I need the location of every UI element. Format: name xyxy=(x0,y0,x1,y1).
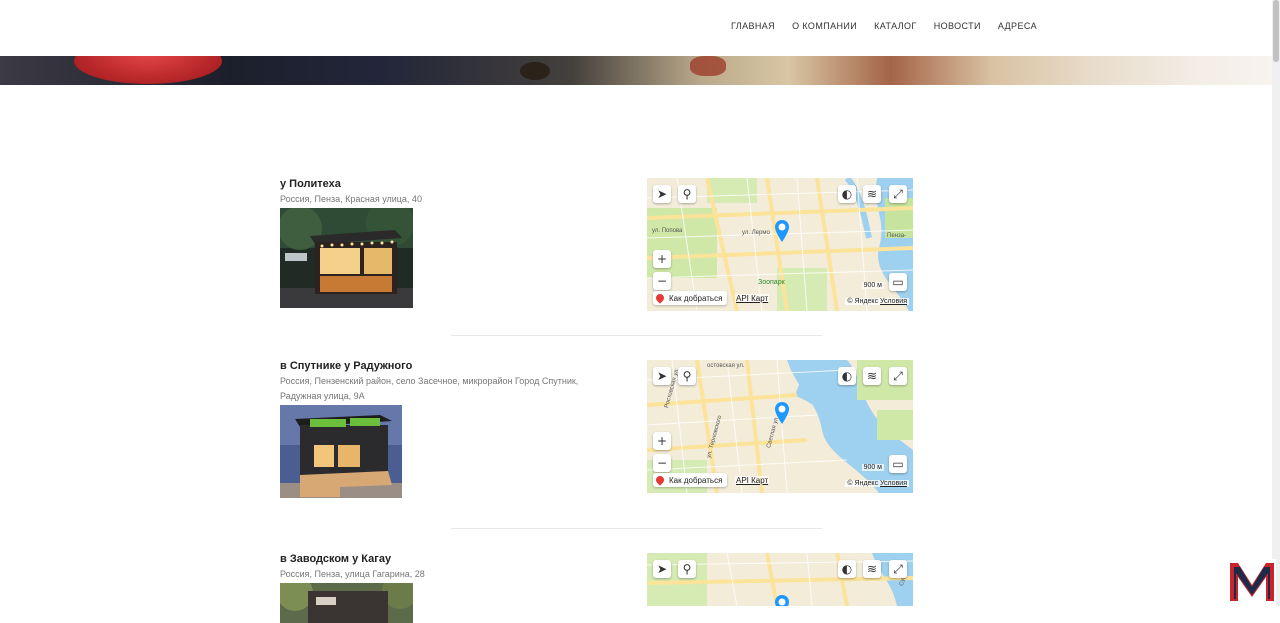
terms-link[interactable]: Условия xyxy=(880,480,907,487)
fullscreen-icon[interactable]: ⤢ xyxy=(889,367,907,385)
layers-icon[interactable]: ≋ xyxy=(863,185,881,203)
map-pin-icon[interactable] xyxy=(774,219,790,243)
traffic-icon[interactable]: ◐ xyxy=(838,367,856,385)
map-copyright: © Яндекс Условия xyxy=(845,480,909,487)
route-label: Как добраться xyxy=(669,293,723,303)
traffic-icon[interactable]: ◐ xyxy=(838,185,856,203)
map-pin-icon[interactable] xyxy=(774,594,790,606)
site-header: ГЛАВНАЯ О КОМПАНИИ КАТАЛОГ НОВОСТИ АДРЕС… xyxy=(0,0,1272,56)
fullscreen-icon[interactable]: ⤢ xyxy=(889,560,907,578)
traffic-icon[interactable]: ◐ xyxy=(838,560,856,578)
map-pin-icon xyxy=(654,474,666,486)
locate-icon[interactable]: ➤ xyxy=(653,367,671,385)
yandex-map[interactable]: Ростовская ул. ул. Терновского Светлая у… xyxy=(647,360,913,493)
main-nav: ГЛАВНАЯ О КОМПАНИИ КАТАЛОГ НОВОСТИ АДРЕС… xyxy=(731,21,1054,31)
location-title: в Спутнике у Радужного xyxy=(280,360,413,372)
divider xyxy=(451,335,822,336)
location-address: Россия, Пензенский район, село Засечное,… xyxy=(280,376,579,401)
location-title: у Политеха xyxy=(280,178,341,190)
nav-addresses[interactable]: АДРЕСА xyxy=(998,21,1037,31)
layers-icon[interactable]: ≋ xyxy=(863,560,881,578)
nav-about[interactable]: О КОМПАНИИ xyxy=(792,21,857,31)
api-link[interactable]: API Карт xyxy=(735,294,770,303)
nav-catalog[interactable]: КАТАЛОГ xyxy=(874,21,917,31)
route-label: Как добраться xyxy=(669,475,723,485)
fullscreen-icon[interactable]: ⤢ xyxy=(889,185,907,203)
yandex-map[interactable]: Сура ➤ ⚲ ◐ ≋ ⤢ xyxy=(647,553,913,606)
page-scrollbar[interactable] xyxy=(1272,0,1280,606)
ruler-icon[interactable]: ▭ xyxy=(889,273,907,291)
zoom-out-icon[interactable]: − xyxy=(653,454,671,472)
hero-banner-image xyxy=(0,56,1272,85)
kiosk-photo xyxy=(280,405,402,498)
location-card: у Политеха Россия, Пенза, Красная улица,… xyxy=(280,178,620,308)
zoom-in-icon[interactable]: + xyxy=(653,250,671,268)
location-address: Россия, Пенза, улица Гагарина, 28 xyxy=(280,569,425,579)
zoom-in-icon[interactable]: + xyxy=(653,432,671,450)
map-label: ул. Лермо xyxy=(742,230,770,236)
map-pin-icon xyxy=(654,292,666,304)
kiosk-photo xyxy=(280,583,413,623)
search-icon[interactable]: ⚲ xyxy=(678,560,696,578)
ruler-icon[interactable]: ▭ xyxy=(889,455,907,473)
brand-logo xyxy=(1228,559,1276,606)
map-copyright: © Яндекс Условия xyxy=(845,298,909,305)
location-address: Россия, Пенза, Красная улица, 40 xyxy=(280,194,422,204)
kiosk-photo xyxy=(280,208,413,308)
scrollbar-thumb[interactable] xyxy=(1273,0,1279,62)
zoom-out-icon[interactable]: − xyxy=(653,272,671,290)
locate-icon[interactable]: ➤ xyxy=(653,185,671,203)
nav-news[interactable]: НОВОСТИ xyxy=(934,21,981,31)
search-icon[interactable]: ⚲ xyxy=(678,185,696,203)
location-card: в Спутнике у Радужного Россия, Пензенски… xyxy=(280,360,620,498)
api-link[interactable]: API Карт xyxy=(735,476,770,485)
map-label: ул. Попова xyxy=(652,228,683,234)
map-label: Зоопарк xyxy=(758,279,785,286)
map-scale: 900 м xyxy=(861,464,884,471)
map-label: Пенза- xyxy=(887,233,907,239)
location-card: в Заводском у Кагау Россия, Пенза, улица… xyxy=(280,553,620,623)
route-button[interactable]: Как добраться xyxy=(653,473,728,487)
map-pin-icon[interactable] xyxy=(774,401,790,425)
layers-icon[interactable]: ≋ xyxy=(863,367,881,385)
map-label: остовская ул. xyxy=(707,363,745,369)
locate-icon[interactable]: ➤ xyxy=(653,560,671,578)
nav-home[interactable]: ГЛАВНАЯ xyxy=(731,21,775,31)
terms-link[interactable]: Условия xyxy=(880,298,907,305)
search-icon[interactable]: ⚲ xyxy=(678,367,696,385)
divider xyxy=(451,528,822,529)
route-button[interactable]: Как добраться xyxy=(653,291,728,305)
yandex-map[interactable]: ул. Попова ул. Лермо Зоопарк Пенза- ➤ ⚲ … xyxy=(647,178,913,311)
location-title: в Заводском у Кагау xyxy=(280,553,392,565)
map-scale: 900 м xyxy=(861,282,884,289)
